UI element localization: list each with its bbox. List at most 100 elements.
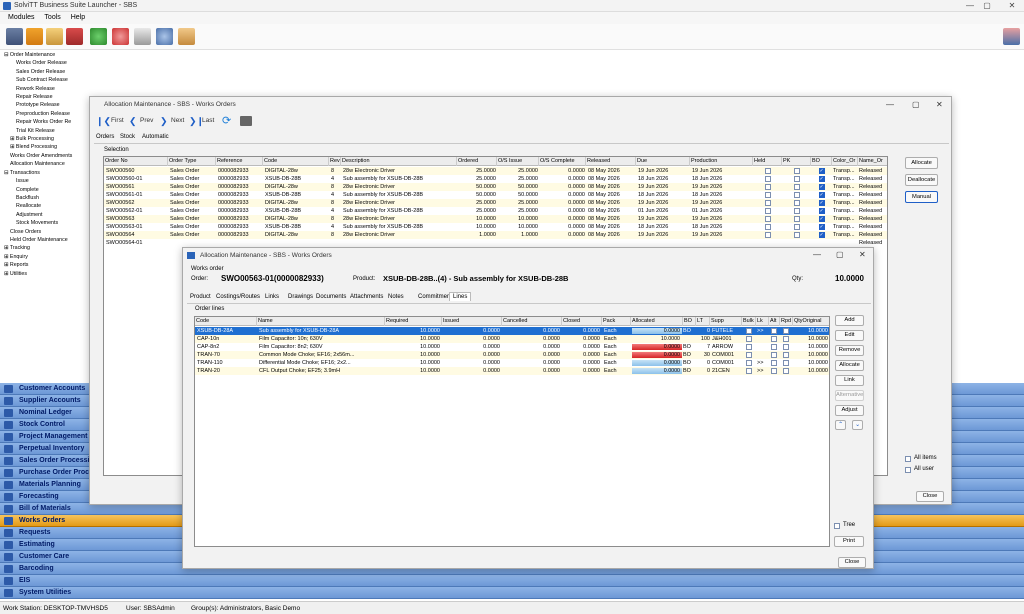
bulk-checkbox[interactable] xyxy=(746,352,752,358)
tree-item[interactable]: ⊞ Utilities xyxy=(0,270,96,278)
alt-checkbox[interactable] xyxy=(771,336,777,342)
user-support-icon[interactable] xyxy=(156,28,173,45)
column-header[interactable]: BO xyxy=(811,157,832,166)
maximize-icon[interactable]: ▢ xyxy=(980,1,994,10)
globe-icon[interactable] xyxy=(112,28,129,45)
column-header[interactable]: Cancelled xyxy=(502,317,562,326)
column-header[interactable]: LT xyxy=(696,317,710,326)
bo-checkbox[interactable] xyxy=(818,208,825,214)
alt-checkbox[interactable] xyxy=(771,360,777,366)
column-header[interactable]: Supp xyxy=(710,317,742,326)
held-checkbox[interactable] xyxy=(764,208,771,214)
tab-links[interactable]: Links xyxy=(265,294,279,300)
column-header[interactable]: O/S Complete xyxy=(539,157,586,166)
held-checkbox[interactable] xyxy=(764,192,771,198)
column-header[interactable]: Required xyxy=(385,317,442,326)
tree-item[interactable]: Backflush xyxy=(0,194,96,202)
tree-item[interactable]: Issue xyxy=(0,177,96,185)
table-row[interactable]: SWO00562-01 Sales Order 0000082933 XSUB-DB-… xyxy=(104,207,887,215)
column-header[interactable]: Held xyxy=(753,157,782,166)
held-checkbox[interactable] xyxy=(764,200,771,206)
pk-checkbox[interactable] xyxy=(793,224,800,230)
column-header[interactable]: Issued xyxy=(442,317,502,326)
table-row[interactable]: SWO00564-01 Released xyxy=(104,239,887,247)
tree-item[interactable]: Sales Order Release xyxy=(0,68,96,76)
column-header[interactable]: Rev xyxy=(329,157,341,166)
table-row[interactable]: CAP-10n Film Capacitor: 10n; 630V 10.0000 0… xyxy=(195,335,829,343)
column-header[interactable]: Lk xyxy=(756,317,769,326)
manual-button[interactable]: Manual xyxy=(905,191,938,203)
link-button[interactable]: Link xyxy=(835,375,864,386)
pk-checkbox[interactable] xyxy=(793,208,800,214)
column-header[interactable]: Order Type xyxy=(168,157,216,166)
tree-item[interactable]: ⊟ Order Maintenance xyxy=(0,51,96,59)
print-icon[interactable] xyxy=(240,116,252,126)
minimize-icon[interactable]: — xyxy=(963,1,977,10)
table-row[interactable]: SWO00561 Sales Order 0000082933 DIGITAL-28w… xyxy=(104,183,887,191)
tab-costings-routes[interactable]: Costings/Routes xyxy=(216,294,260,300)
folders-icon[interactable] xyxy=(178,28,195,45)
column-header[interactable]: Allocated xyxy=(631,317,683,326)
allocate-button[interactable]: Allocate xyxy=(905,157,938,169)
next-arrow-icon[interactable]: ❯ xyxy=(160,116,168,127)
minimize-icon[interactable]: — xyxy=(813,250,821,259)
first-button[interactable]: First xyxy=(111,117,124,124)
table-row[interactable]: SWO00560-01 Sales Order 0000082933 XSUB-DB-… xyxy=(104,175,887,183)
prev-button[interactable]: Prev xyxy=(140,117,153,124)
close-icon[interactable]: ✕ xyxy=(1005,1,1019,10)
module-bar[interactable]: EIS xyxy=(0,575,1024,587)
bo-checkbox[interactable] xyxy=(818,184,825,190)
bulk-checkbox[interactable] xyxy=(746,360,752,366)
alt-checkbox[interactable] xyxy=(771,328,777,334)
user-account-icon[interactable] xyxy=(1003,28,1020,45)
table-row[interactable]: TRAN-20 CFL Output Choke; EF25; 3.9mH 10.0… xyxy=(195,367,829,375)
pk-checkbox[interactable] xyxy=(793,232,800,238)
module-bar[interactable]: System Utilities xyxy=(0,587,1024,599)
column-header[interactable]: Bulk xyxy=(742,317,756,326)
tree-item[interactable]: Rework Release xyxy=(0,85,96,93)
alt-checkbox[interactable] xyxy=(771,352,777,358)
rpd-checkbox[interactable] xyxy=(783,352,789,358)
tree-item[interactable]: Held Order Maintenance xyxy=(0,236,96,244)
pk-checkbox[interactable] xyxy=(793,192,800,198)
close-icon[interactable]: ✕ xyxy=(859,250,866,259)
minimize-icon[interactable]: — xyxy=(886,100,894,109)
tree-item[interactable]: Repair Release xyxy=(0,93,96,101)
order-lines-grid[interactable]: Code Name Required Issued Cancelled Closed Pac… xyxy=(194,316,830,547)
column-header[interactable]: Alt xyxy=(769,317,780,326)
tab-stock[interactable]: Stock xyxy=(120,134,135,140)
tree-item[interactable]: ⊞ Reports xyxy=(0,261,96,269)
tree-item[interactable]: Close Orders xyxy=(0,228,96,236)
tree-item[interactable]: Sub Contract Release xyxy=(0,76,96,84)
held-checkbox[interactable] xyxy=(764,168,771,174)
deallocate-button[interactable]: Deallocate xyxy=(905,174,938,186)
last-button[interactable]: Last xyxy=(202,117,214,124)
tab-notes[interactable]: Notes xyxy=(388,294,404,300)
table-row[interactable]: SWO00561-01 Sales Order 0000082933 XSUB-DB-… xyxy=(104,191,887,199)
table-row[interactable]: SWO00563-01 Sales Order 0000082933 XSUB-DB-… xyxy=(104,223,887,231)
table-row[interactable]: SWO00563 Sales Order 0000082933 DIGITAL-28w… xyxy=(104,215,887,223)
column-header[interactable]: Closed xyxy=(562,317,602,326)
tab-product[interactable]: Product xyxy=(190,294,211,300)
tab-commitment[interactable]: Commitment xyxy=(418,294,452,300)
column-header[interactable]: Pack xyxy=(602,317,631,326)
rpd-checkbox[interactable] xyxy=(783,360,789,366)
pk-checkbox[interactable] xyxy=(793,168,800,174)
rpd-checkbox[interactable] xyxy=(783,336,789,342)
tree-item[interactable]: Preproduction Release xyxy=(0,110,96,118)
column-header[interactable]: Ordered xyxy=(457,157,497,166)
documents-icon[interactable] xyxy=(46,28,63,45)
edit-button[interactable]: Edit xyxy=(835,330,864,341)
search-icon[interactable] xyxy=(90,28,107,45)
tree-item[interactable]: Trial Kit Release xyxy=(0,127,96,135)
maximize-icon[interactable]: ▢ xyxy=(912,100,920,109)
table-row[interactable]: CAP-8n2 Film Capacitor: 8n2; 630V 10.0000 0… xyxy=(195,343,829,351)
tree-item[interactable]: ⊞ Bulk Processing xyxy=(0,135,96,143)
bulk-checkbox[interactable] xyxy=(746,336,752,342)
column-header[interactable]: BO xyxy=(683,317,696,326)
table-row[interactable]: XSUB-DB-28A Sub assembly for XSUB-DB-28A 1… xyxy=(195,327,829,335)
tree-item[interactable]: Stock Movements xyxy=(0,219,96,227)
move-up-icon[interactable]: ⌃ xyxy=(835,420,846,430)
rpd-checkbox[interactable] xyxy=(783,328,789,334)
held-checkbox[interactable] xyxy=(764,232,771,238)
